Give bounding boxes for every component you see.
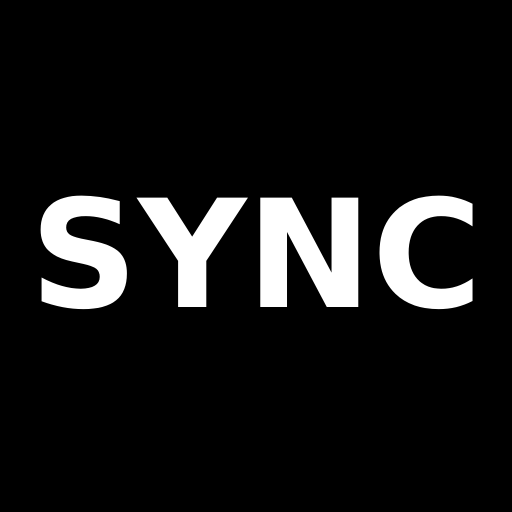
logo-wordmark: SYNC — [29, 169, 483, 343]
app-icon: SYNC — [0, 0, 512, 512]
